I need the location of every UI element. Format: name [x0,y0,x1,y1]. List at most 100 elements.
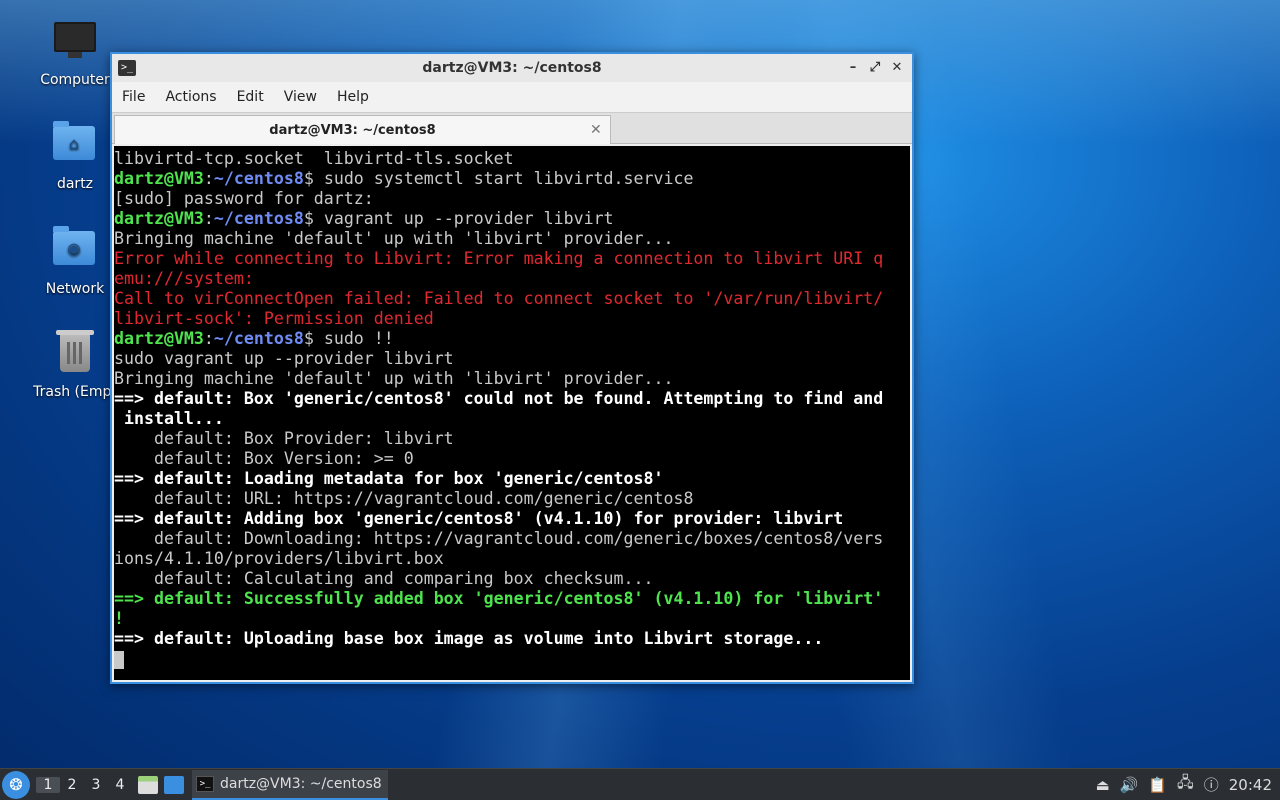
menu-edit[interactable]: Edit [227,89,274,105]
error-text: libvirt-sock': Permission denied [114,309,434,328]
error-text: emu:///system: [114,269,254,288]
window-title: dartz@VM3: ~/centos8 [422,60,602,76]
terminal-cursor [114,650,124,669]
desktop-switch-3[interactable]: 3 [84,777,108,793]
show-desktop-icon[interactable] [164,775,184,794]
terminal-line [114,649,910,669]
terminal-line: sudo vagrant up --provider libvirt [114,349,910,369]
output-text: default: Downloading: https://vagrantclo… [114,529,884,548]
terminal-line: Error while connecting to Libvirt: Error… [114,249,910,269]
computer-icon [53,22,97,66]
output-text: install... [114,409,224,428]
taskbar-item-terminal[interactable]: >_ dartz@VM3: ~/centos8 [192,769,388,800]
prompt-path: ~/centos8 [213,209,304,228]
tab-title: dartz@VM3: ~/centos8 [269,122,436,138]
terminal-line: default: URL: https://vagrantcloud.com/g… [114,489,910,509]
start-menu-button[interactable]: ❂ [2,770,30,799]
terminal-output[interactable]: libvirtd-tcp.socket libvirtd-tls.socket d… [114,146,910,680]
output-text: default: Box Version: >= 0 [114,449,414,468]
desktop-switch-1[interactable]: 1 [36,776,60,793]
terminal-line: ions/4.1.10/providers/libvirt.box [114,549,910,569]
menubar: File Actions Edit View Help [112,82,912,112]
terminal-line: ==> default: Uploading base box image as… [114,629,910,649]
close-button[interactable]: ✕ [888,59,906,77]
output-text: ==> default: Loading metadata for box 'g… [114,469,664,488]
terminal-line: Bringing machine 'default' up with 'libv… [114,229,910,249]
terminal-line: ==> default: Adding box 'generic/centos8… [114,509,910,529]
terminal-line: ==> default: Box 'generic/centos8' could… [114,389,910,409]
command-text: vagrant up --provider libvirt [313,209,614,228]
output-text: ions/4.1.10/providers/libvirt.box [114,549,444,568]
desktop-switch-2[interactable]: 2 [60,777,84,793]
maximize-button[interactable]: ⤢ [866,59,884,77]
terminal-line: default: Box Provider: libvirt [114,429,910,449]
error-text: Call to virConnectOpen failed: Failed to… [114,289,884,308]
terminal-line: Call to virConnectOpen failed: Failed to… [114,289,910,309]
clock[interactable]: 20:42 [1229,776,1272,794]
trash-icon [53,330,97,378]
output-text: Bringing machine 'default' up with 'libv… [114,369,674,388]
output-text: ==> default: Uploading base box image as… [114,629,824,648]
output-text: default: URL: https://vagrantcloud.com/g… [114,489,694,508]
desktop-switch-4[interactable]: 4 [108,777,132,793]
clipboard-icon[interactable]: 📋 [1148,776,1167,794]
terminal-line: dartz@VM3:~/centos8$ sudo !! [114,329,910,349]
output-text: ==> default: Box 'generic/centos8' could… [114,389,884,408]
terminal-line: default: Calculating and comparing box c… [114,569,910,589]
output-text: libvirtd-tcp.socket libvirtd-tls.socket [114,149,514,168]
prompt-separator: : [203,329,214,348]
prompt-path: ~/centos8 [213,329,304,348]
success-text: ==> default: Successfully added box 'gen… [114,589,884,608]
menu-actions[interactable]: Actions [155,89,226,105]
prompt-user: dartz@VM3 [114,169,204,188]
terminal-line: dartz@VM3:~/centos8$ sudo systemctl star… [114,169,910,189]
terminal-line: ==> default: Loading metadata for box 'g… [114,469,910,489]
taskbar-item-label: dartz@VM3: ~/centos8 [220,775,382,792]
terminal-line: default: Box Version: >= 0 [114,449,910,469]
network-folder-icon: ◉ [53,226,97,275]
terminal-line: libvirtd-tcp.socket libvirtd-tls.socket [114,149,910,169]
terminal-window[interactable]: >_ dartz@VM3: ~/centos8 – ⤢ ✕ File Actio… [110,52,914,684]
tab-close-icon[interactable]: ✕ [590,122,610,138]
terminal-line: emu:///system: [114,269,910,289]
terminal-line: ==> default: Successfully added box 'gen… [114,589,910,609]
system-tray: ⏏ 🔊 📋 🖧 ⓘ 20:42 [1095,772,1272,797]
menu-view[interactable]: View [274,89,327,105]
output-text: Bringing machine 'default' up with 'libv… [114,229,674,248]
volume-icon[interactable]: 🔊 [1120,776,1139,794]
notification-icon[interactable]: ⓘ [1204,774,1219,795]
terminal-task-icon: >_ [196,775,214,792]
success-text: ! [114,609,124,628]
terminal-line: libvirt-sock': Permission denied [114,309,910,329]
prompt-user: dartz@VM3 [114,329,204,348]
prompt-symbol: $ [303,169,314,188]
eject-icon[interactable]: ⏏ [1095,776,1109,794]
error-text: Error while connecting to Libvirt: Error… [114,249,884,268]
prompt-symbol: $ [303,209,314,228]
terminal-line: Bringing machine 'default' up with 'libv… [114,369,910,389]
terminal-line: ! [114,609,910,629]
prompt-path: ~/centos8 [213,169,304,188]
prompt-separator: : [203,169,214,188]
terminal-line: default: Downloading: https://vagrantclo… [114,529,910,549]
tab-bar: dartz@VM3: ~/centos8 ✕ [112,112,912,144]
output-text: default: Box Provider: libvirt [114,429,454,448]
terminal-line: install... [114,409,910,429]
output-text: sudo vagrant up --provider libvirt [114,349,454,368]
command-text: sudo !! [313,329,394,348]
window-titlebar[interactable]: >_ dartz@VM3: ~/centos8 – ⤢ ✕ [112,54,912,82]
taskbar: ❂ 1 2 3 4 >_ dartz@VM3: ~/centos8 ⏏ 🔊 📋 … [0,768,1280,800]
menu-help[interactable]: Help [327,89,379,105]
prompt-separator: : [203,209,214,228]
network-status-icon[interactable]: 🖧 [1177,772,1194,797]
tab-terminal[interactable]: dartz@VM3: ~/centos8 ✕ [114,115,611,144]
home-folder-icon: ⌂ [53,121,97,170]
file-manager-launcher-icon[interactable] [138,775,158,794]
minimize-button[interactable]: – [844,59,862,77]
output-text: [sudo] password for dartz: [114,189,374,208]
menu-file[interactable]: File [112,89,155,105]
command-text: sudo systemctl start libvirtd.service [313,169,694,188]
prompt-symbol: $ [303,329,314,348]
terminal-line: dartz@VM3:~/centos8$ vagrant up --provid… [114,209,910,229]
output-text: ==> default: Adding box 'generic/centos8… [114,509,844,528]
